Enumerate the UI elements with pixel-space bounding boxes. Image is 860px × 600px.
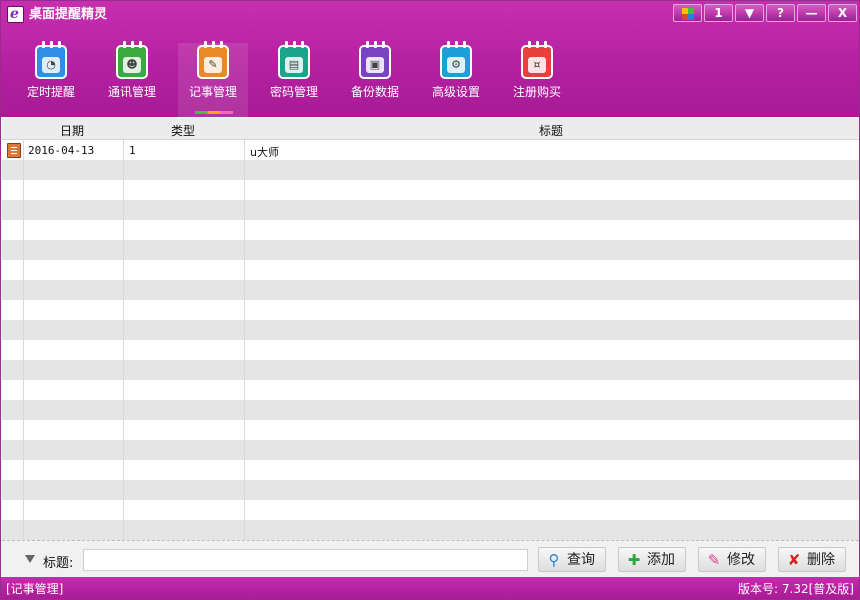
gear-icon: ⚙ (440, 41, 472, 79)
empty-row (2, 300, 859, 320)
tool-contacts[interactable]: ☻ 通讯管理 (97, 41, 167, 117)
empty-row (2, 400, 859, 420)
add-button[interactable]: ✚ 添加 (618, 547, 686, 572)
pencil-icon: ✎ (707, 551, 721, 569)
empty-row (2, 320, 859, 340)
empty-row (2, 260, 859, 280)
tool-label: 高级设置 (431, 85, 480, 99)
edit-button[interactable]: ✎ 修改 (698, 547, 766, 572)
tool-notes[interactable]: ✎ 记事管理 (178, 41, 248, 117)
column-divider (23, 140, 24, 540)
search-input[interactable] (83, 549, 528, 571)
active-tab-indicator (195, 111, 233, 114)
empty-row (2, 180, 859, 200)
search-label: 标题: (43, 556, 74, 571)
cell-date: 2016-04-13 (28, 144, 95, 157)
empty-row (2, 200, 859, 220)
tool-timed-reminder[interactable]: ◔ 定时提醒 (16, 41, 86, 117)
empty-row (2, 460, 859, 480)
table-row[interactable]: 2016-04-13 1 u大师 (2, 140, 859, 160)
tool-passwords[interactable]: ▤ 密码管理 (259, 41, 329, 117)
empty-row (2, 380, 859, 400)
notes-table-body: 2016-04-13 1 u大师 (2, 140, 859, 540)
color-palette-icon[interactable] (673, 4, 702, 22)
contacts-icon: ☻ (116, 41, 148, 79)
add-button-label: 添加 (647, 552, 675, 568)
tool-backup[interactable]: ▣ 备份数据 (340, 41, 410, 117)
empty-row (2, 520, 859, 540)
tool-advanced-settings[interactable]: ⚙ 高级设置 (421, 41, 491, 117)
tool-label: 注册购买 (512, 85, 561, 99)
notepad-icon: ✎ (197, 41, 229, 79)
empty-row (2, 440, 859, 460)
collapse-triangle-icon[interactable] (25, 555, 35, 563)
cell-type: 1 (129, 144, 136, 157)
delete-button[interactable]: ✘ 删除 (778, 547, 846, 572)
floppy-disk-icon: ▣ (359, 41, 391, 79)
status-current-module: [记事管理] (6, 582, 64, 596)
column-divider (123, 140, 124, 540)
empty-row (2, 340, 859, 360)
header-toolbar-area: e 桌面提醒精灵 1 ▼ ? — X ◔ 定时提醒 ☻ 通讯管理 ✎ 记事管理 … (1, 1, 859, 117)
plus-icon: ✚ (627, 551, 641, 569)
status-bar: [记事管理] 版本号: 7.32[普及版] (1, 577, 859, 599)
empty-row (2, 480, 859, 500)
empty-row (2, 160, 859, 180)
app-logo-icon: e (7, 6, 24, 23)
empty-row (2, 500, 859, 520)
search-icon: ⚲ (548, 551, 560, 569)
tool-register-purchase[interactable]: ¤ 注册购买 (502, 41, 572, 117)
empty-row (2, 240, 859, 260)
tool-label: 记事管理 (188, 85, 237, 99)
clock-calendar-icon: ◔ (35, 41, 67, 79)
app-title: 桌面提醒精灵 (29, 7, 108, 22)
query-button[interactable]: ⚲ 查询 (538, 547, 606, 572)
delete-button-label: 删除 (807, 552, 835, 568)
column-divider (244, 140, 245, 540)
shopping-icon: ¤ (521, 41, 553, 79)
column-header-title[interactable]: 标题 (539, 122, 563, 139)
tool-label: 通讯管理 (107, 85, 156, 99)
tool-label: 密码管理 (269, 85, 318, 99)
empty-row (2, 420, 859, 440)
table-header: 日期 类型 标题 (2, 118, 859, 140)
main-window: e 桌面提醒精灵 1 ▼ ? — X ◔ 定时提醒 ☻ 通讯管理 ✎ 记事管理 … (0, 0, 860, 600)
tool-label: 定时提醒 (26, 85, 75, 99)
column-header-date[interactable]: 日期 (60, 122, 84, 139)
close-icon[interactable]: X (828, 4, 857, 22)
calendar-icon[interactable]: 1 (704, 4, 733, 22)
note-book-icon (7, 143, 21, 158)
minimize-icon[interactable]: — (797, 4, 826, 22)
empty-row (2, 220, 859, 240)
search-bar: 标题: ⚲ 查询 ✚ 添加 ✎ 修改 ✘ 删除 (2, 540, 859, 577)
delete-x-icon: ✘ (787, 551, 801, 569)
wallet-icon: ▤ (278, 41, 310, 79)
dropdown-icon[interactable]: ▼ (735, 4, 764, 22)
status-version: 版本号: 7.32[普及版] (738, 582, 854, 596)
cell-title: u大师 (250, 146, 279, 159)
column-header-type[interactable]: 类型 (171, 122, 195, 139)
tool-label: 备份数据 (350, 85, 399, 99)
help-icon[interactable]: ? (766, 4, 795, 22)
query-button-label: 查询 (567, 552, 595, 568)
empty-row (2, 280, 859, 300)
edit-button-label: 修改 (727, 552, 755, 568)
empty-row (2, 360, 859, 380)
